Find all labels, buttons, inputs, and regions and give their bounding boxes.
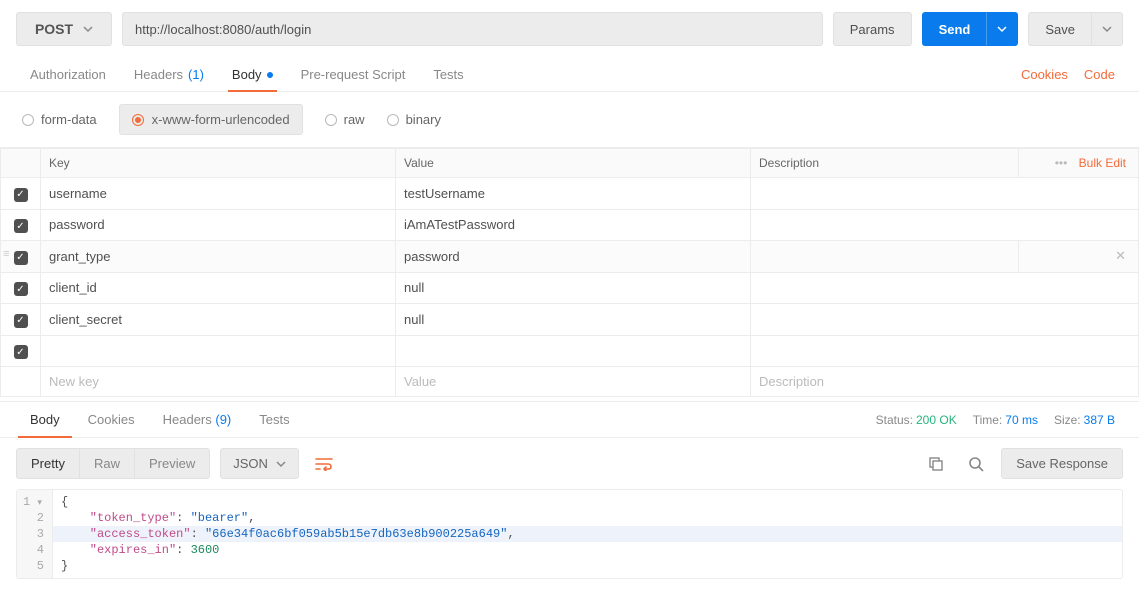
copy-icon [928, 456, 944, 472]
url-input[interactable] [122, 12, 823, 46]
key-cell[interactable]: grant_type [41, 241, 396, 273]
wrap-lines-button[interactable] [309, 449, 339, 479]
desc-cell[interactable] [751, 209, 1139, 241]
table-row: ✓ client_id null [1, 272, 1139, 304]
desc-cell[interactable] [751, 241, 1019, 273]
row-checkbox[interactable]: ✓ [14, 314, 28, 328]
view-mode-segment: Pretty Raw Preview [16, 448, 210, 479]
chevron-down-icon [997, 24, 1007, 34]
desc-cell[interactable] [751, 272, 1139, 304]
value-cell[interactable]: testUsername [396, 178, 751, 210]
chevron-down-icon [83, 24, 93, 34]
radio-raw[interactable]: raw [325, 112, 365, 127]
drag-icon[interactable]: ≡ [3, 248, 9, 260]
tab-authorization[interactable]: Authorization [16, 58, 120, 91]
line-gutter: 1 ▾2345 [17, 490, 53, 578]
chevron-down-icon [1102, 24, 1112, 34]
time-meta: Time:70 ms [965, 413, 1046, 427]
desc-cell[interactable]: Description [751, 367, 1139, 397]
method-select[interactable]: POST [16, 12, 112, 46]
chevron-down-icon [276, 459, 286, 469]
search-button[interactable] [961, 449, 991, 479]
value-cell[interactable]: null [396, 304, 751, 336]
value-cell[interactable] [396, 335, 751, 367]
key-cell[interactable]: client_id [41, 272, 396, 304]
tab-headers[interactable]: Headers (1) [120, 58, 218, 91]
desc-cell[interactable] [751, 178, 1139, 210]
send-button[interactable]: Send [922, 12, 987, 46]
table-row: ≡ ✓ grant_type password ✕ [1, 241, 1139, 273]
value-cell[interactable]: null [396, 272, 751, 304]
col-description: Description [751, 149, 1019, 178]
save-response-button[interactable]: Save Response [1001, 448, 1123, 479]
key-cell[interactable]: username [41, 178, 396, 210]
key-cell[interactable]: password [41, 209, 396, 241]
send-dropdown-button[interactable] [986, 12, 1018, 46]
resp-tab-headers[interactable]: Headers (9) [149, 402, 246, 437]
format-select[interactable]: JSON [220, 448, 299, 479]
row-checkbox[interactable]: ✓ [14, 188, 28, 202]
row-checkbox[interactable]: ✓ [14, 219, 28, 233]
col-key: Key [41, 149, 396, 178]
wrap-icon [315, 457, 333, 471]
response-body[interactable]: 1 ▾2345 { "token_type": "bearer", "acces… [17, 490, 1122, 578]
table-row-new: New key Value Description [1, 367, 1139, 397]
view-pretty[interactable]: Pretty [17, 449, 79, 478]
key-cell[interactable]: New key [41, 367, 396, 397]
table-row: ✓ username testUsername [1, 178, 1139, 210]
table-row: ✓ password iAmATestPassword [1, 209, 1139, 241]
value-cell[interactable]: password [396, 241, 751, 273]
view-preview[interactable]: Preview [134, 449, 209, 478]
row-checkbox[interactable]: ✓ [14, 251, 28, 265]
key-cell[interactable] [41, 335, 396, 367]
cookies-link[interactable]: Cookies [1013, 58, 1076, 91]
more-icon[interactable]: ••• [1051, 156, 1072, 170]
body-params-table: Key Value Description ••• Bulk Edit ✓ us… [0, 148, 1139, 397]
radio-urlencoded[interactable]: x-www-form-urlencoded [119, 104, 303, 135]
value-cell[interactable]: Value [396, 367, 751, 397]
table-row: ✓ client_secret null [1, 304, 1139, 336]
search-icon [968, 456, 984, 472]
resp-tab-body[interactable]: Body [16, 402, 74, 437]
params-button[interactable]: Params [833, 12, 912, 46]
radio-binary[interactable]: binary [387, 112, 441, 127]
modified-dot-icon [267, 72, 273, 78]
row-checkbox[interactable]: ✓ [14, 282, 28, 296]
row-checkbox[interactable]: ✓ [14, 345, 28, 359]
method-label: POST [35, 21, 73, 37]
value-cell[interactable]: iAmATestPassword [396, 209, 751, 241]
desc-cell[interactable] [751, 335, 1139, 367]
tab-body[interactable]: Body [218, 58, 287, 91]
tab-tests[interactable]: Tests [419, 58, 477, 91]
code-link[interactable]: Code [1076, 58, 1123, 91]
desc-cell[interactable] [751, 304, 1139, 336]
save-button[interactable]: Save [1028, 12, 1091, 46]
radio-form-data[interactable]: form-data [22, 112, 97, 127]
tab-prerequest[interactable]: Pre-request Script [287, 58, 420, 91]
view-raw[interactable]: Raw [79, 449, 134, 478]
table-row: ✓ [1, 335, 1139, 367]
col-value: Value [396, 149, 751, 178]
key-cell[interactable]: client_secret [41, 304, 396, 336]
bulk-edit-link[interactable]: Bulk Edit [1075, 156, 1130, 170]
save-dropdown-button[interactable] [1091, 12, 1123, 46]
copy-button[interactable] [921, 449, 951, 479]
size-meta: Size:387 B [1046, 413, 1123, 427]
resp-tab-tests[interactable]: Tests [245, 402, 303, 437]
close-icon[interactable]: ✕ [1111, 248, 1130, 263]
status-meta: Status:200 OK [868, 413, 965, 427]
resp-tab-cookies[interactable]: Cookies [74, 402, 149, 437]
